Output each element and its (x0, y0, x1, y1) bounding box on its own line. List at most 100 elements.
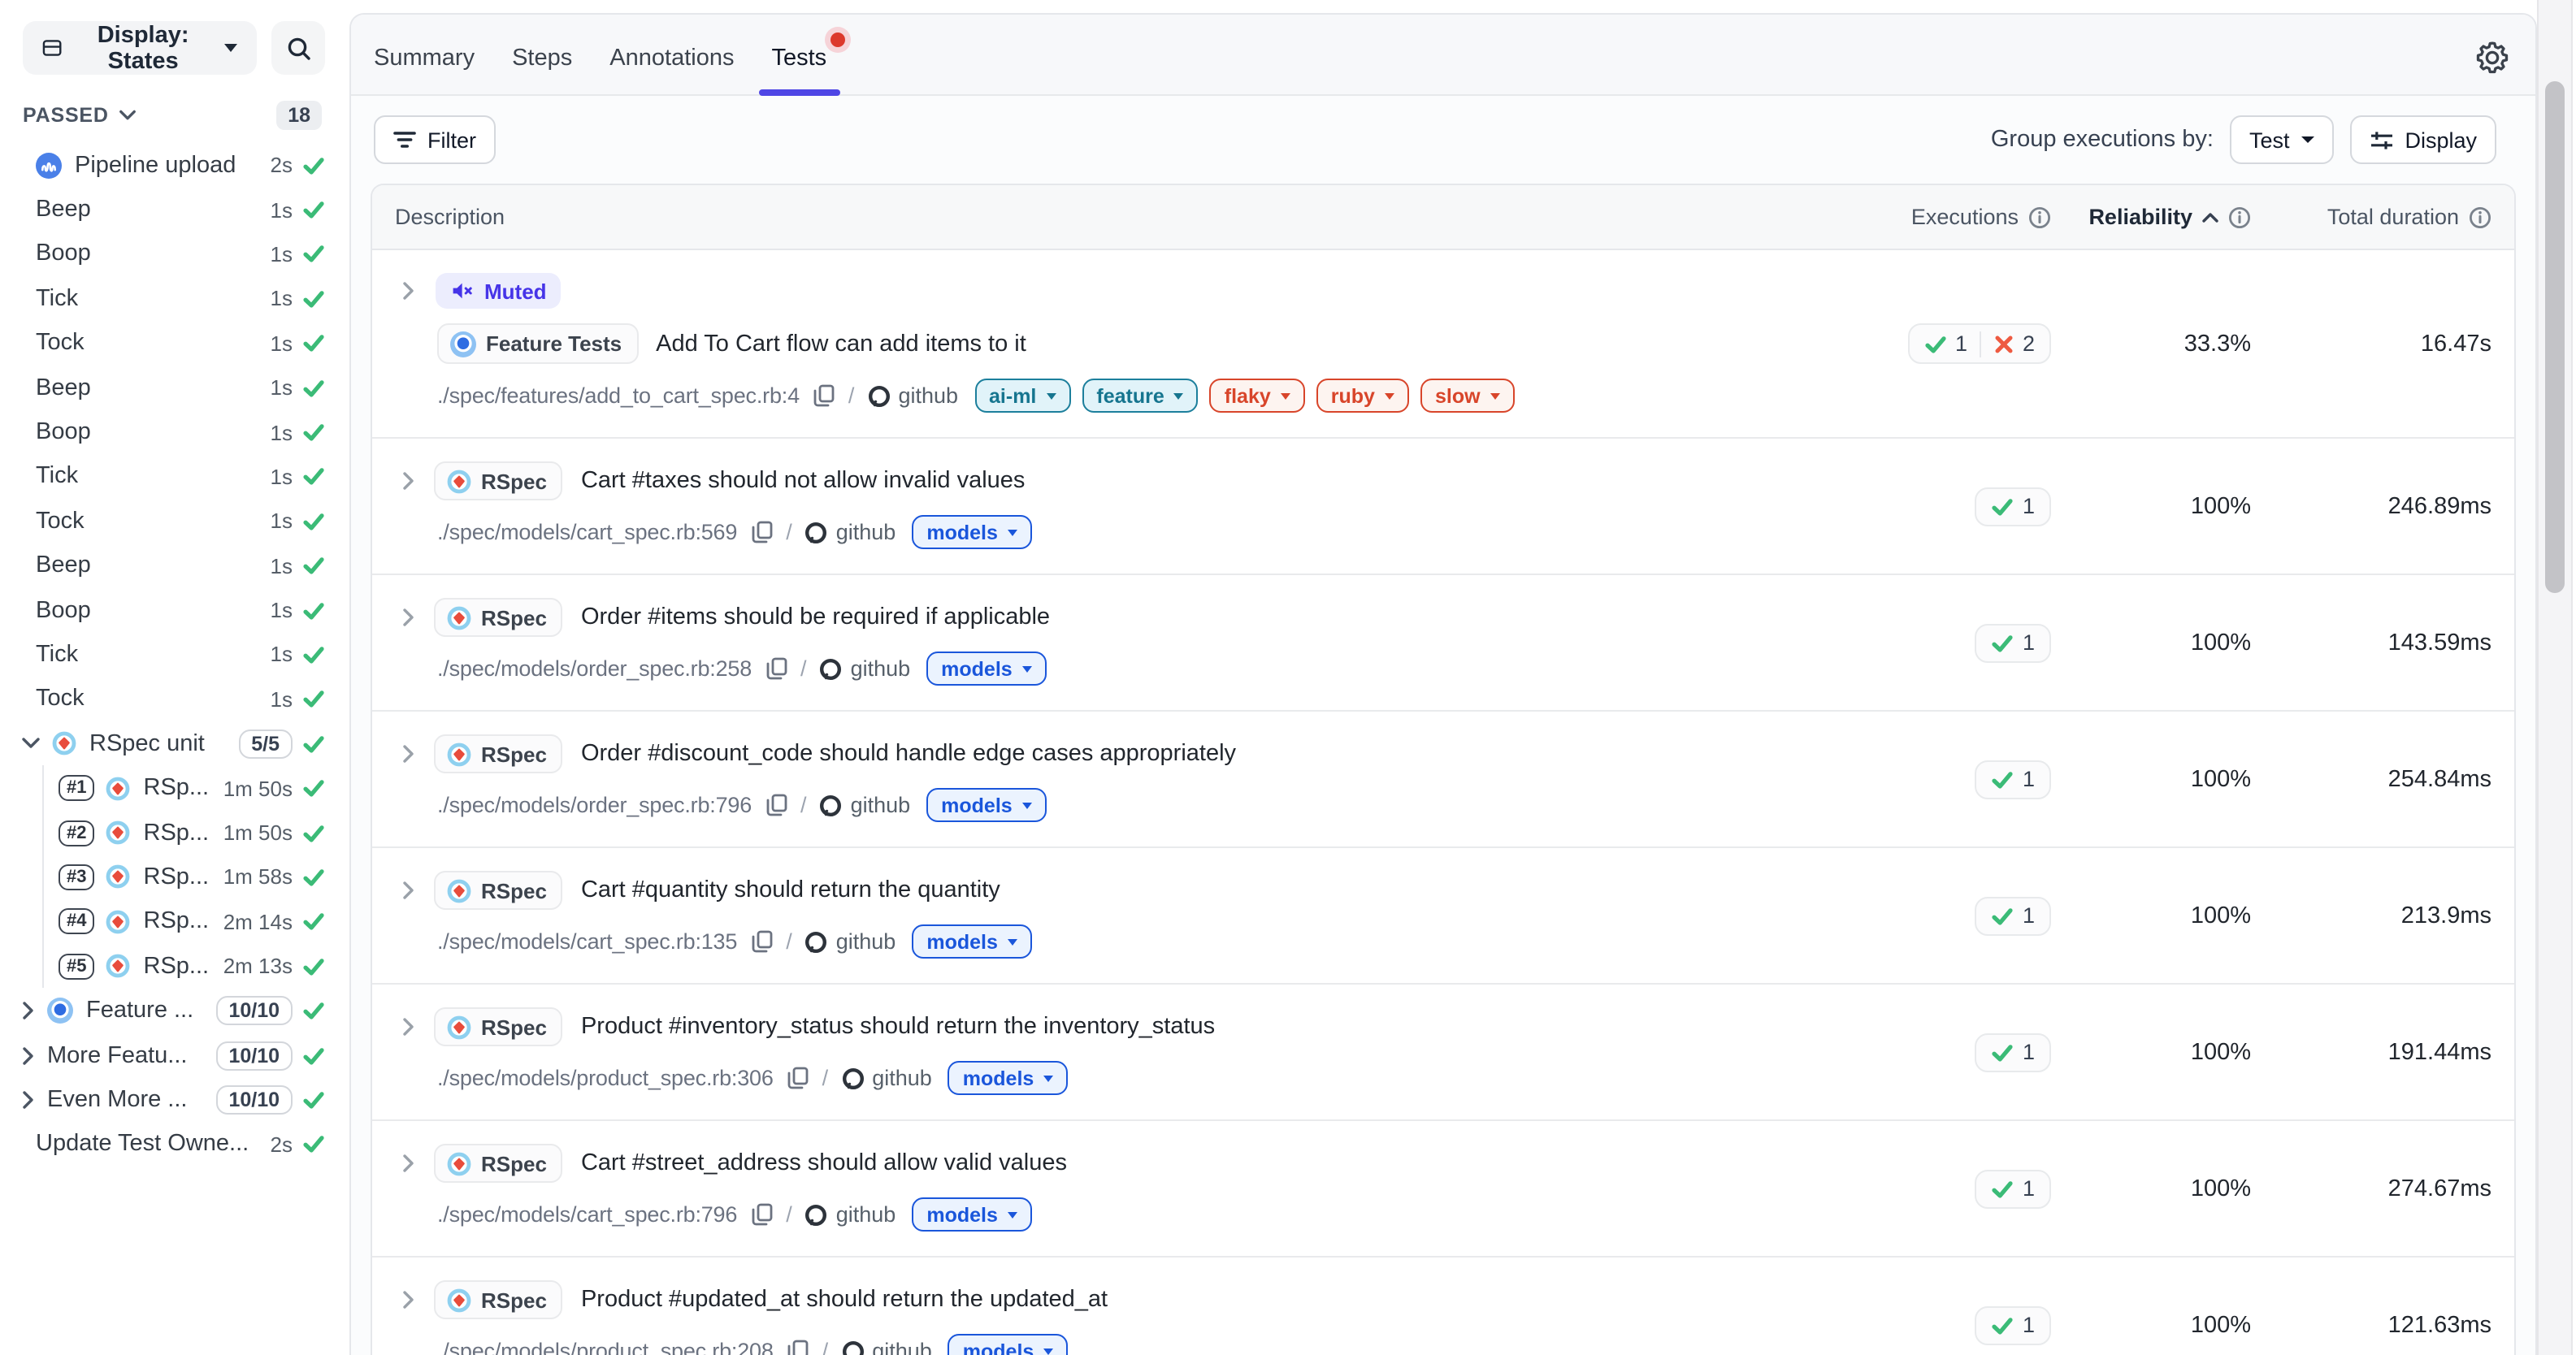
info-icon[interactable] (2028, 206, 2051, 228)
sidebar-item[interactable]: Beep 1s (0, 543, 345, 588)
sidebar-item[interactable]: Tock 1s (0, 321, 345, 366)
sidebar-item[interactable]: Tick 1s (0, 633, 345, 678)
test-suite-badge[interactable]: RSpec (434, 734, 563, 773)
info-icon[interactable] (2469, 206, 2491, 228)
tag-pill[interactable]: models (912, 924, 1032, 959)
sidebar-item[interactable]: Boop 1s (0, 588, 345, 633)
filter-button[interactable]: Filter (374, 115, 496, 164)
sidebar-item[interactable]: Tock 1s (0, 499, 345, 543)
sidebar-item[interactable]: Update Test Owne... 2s (0, 1122, 345, 1167)
sidebar-item[interactable]: Tock 1s (0, 677, 345, 721)
tag-label: models (941, 657, 1013, 680)
github-link[interactable]: github (805, 520, 896, 544)
sidebar-item[interactable]: RSpec unit 5/5 (0, 721, 345, 766)
passed-count: 1 (2023, 1313, 2035, 1337)
sidebar-item[interactable]: #5 RSp... 2m 13s (0, 944, 345, 989)
github-link[interactable]: github (820, 793, 911, 817)
tag-pill[interactable]: models (912, 1197, 1032, 1232)
copy-icon[interactable] (750, 1202, 773, 1227)
test-suite-badge[interactable]: Feature Tests (437, 323, 638, 364)
expand-chevron-icon[interactable] (401, 1290, 416, 1310)
column-header-reliability[interactable]: Reliability (2088, 205, 2251, 229)
expand-chevron-icon[interactable] (401, 608, 416, 627)
duration-label: 1s (271, 687, 293, 712)
test-suite-badge-label: Feature Tests (486, 331, 622, 356)
github-link[interactable]: github (841, 1339, 932, 1355)
search-button[interactable] (271, 21, 325, 75)
tag-pill[interactable]: models (948, 1334, 1069, 1355)
sidebar-item-label: RSp... (144, 953, 210, 979)
sidebar-item[interactable]: #1 RSp... 1m 50s (0, 766, 345, 811)
tag-pill[interactable]: ruby (1316, 379, 1409, 413)
tag-pill[interactable]: feature (1082, 379, 1198, 413)
copy-icon[interactable] (750, 520, 773, 544)
tag-pill[interactable]: models (926, 788, 1047, 822)
sidebar-item[interactable]: #2 RSp... 1m 50s (0, 811, 345, 855)
sidebar-item[interactable]: Boop 1s (0, 410, 345, 455)
tag-pill[interactable]: flaky (1210, 379, 1305, 413)
tab-steps[interactable]: Steps (509, 20, 575, 95)
copy-icon[interactable] (765, 656, 787, 681)
column-header-executions[interactable]: Executions (1911, 205, 2051, 229)
duration-label: 2s (271, 1132, 293, 1157)
page-scrollbar-track[interactable] (2537, 0, 2573, 1355)
check-icon (302, 955, 325, 977)
sidebar-item[interactable]: Beep 1s (0, 188, 345, 232)
display-options-button[interactable]: Display (2349, 115, 2496, 164)
sidebar-item[interactable]: Even More ... 10/10 (0, 1077, 345, 1122)
copy-icon[interactable] (787, 1339, 809, 1355)
column-header-total-duration[interactable]: Total duration (2327, 205, 2491, 229)
github-link-label: github (872, 1339, 932, 1355)
tag-pill[interactable]: ai-ml (974, 379, 1070, 413)
info-icon[interactable] (2228, 206, 2251, 228)
sidebar-item-list: Pipeline upload 2s Beep 1s Boop 1s (0, 140, 345, 1167)
tab-tests[interactable]: Tests (768, 20, 830, 95)
test-suite-badge[interactable]: RSpec (434, 461, 563, 500)
page-scrollbar-thumb[interactable] (2545, 81, 2565, 593)
sidebar-item[interactable]: #3 RSp... 1m 58s (0, 855, 345, 900)
sidebar-item[interactable]: Beep 1s (0, 366, 345, 410)
test-description-cell: RSpec Product #inventory_status should r… (395, 985, 1791, 1119)
expand-chevron-icon[interactable] (401, 881, 416, 900)
expand-chevron-icon[interactable] (401, 1154, 416, 1173)
tab-summary[interactable]: Summary (371, 20, 478, 95)
tag-list: models (926, 788, 1047, 822)
github-link[interactable]: github (805, 929, 896, 954)
sidebar-item[interactable]: #4 RSp... 2m 14s (0, 899, 345, 944)
sidebar-item[interactable]: More Featu... 10/10 (0, 1033, 345, 1078)
github-link[interactable]: github (805, 1202, 896, 1227)
sidebar-item[interactable]: Tick 1s (0, 276, 345, 321)
tab-annotations[interactable]: Annotations (606, 20, 737, 95)
display-states-button[interactable]: Display: States (23, 21, 257, 75)
test-suite-badge[interactable]: RSpec (434, 598, 563, 637)
github-link[interactable]: github (867, 383, 958, 408)
tag-pill[interactable]: models (912, 515, 1032, 549)
github-link[interactable]: github (841, 1066, 932, 1090)
expand-chevron-icon[interactable] (401, 471, 416, 491)
group-by-select[interactable]: Test (2230, 115, 2334, 164)
test-suite-badge[interactable]: RSpec (434, 1144, 563, 1183)
expand-chevron-icon[interactable] (401, 744, 416, 764)
test-suite-badge[interactable]: RSpec (434, 1280, 563, 1319)
tag-pill[interactable]: models (948, 1061, 1069, 1095)
copy-icon[interactable] (750, 929, 773, 954)
test-suite-badge[interactable]: RSpec (434, 1007, 563, 1046)
filter-button-label: Filter (427, 128, 476, 152)
github-link-label: github (836, 929, 896, 954)
copy-icon[interactable] (787, 1066, 809, 1090)
chevron-right-icon (21, 1045, 36, 1065)
tag-pill[interactable]: models (926, 652, 1047, 686)
expand-chevron-icon[interactable] (401, 1017, 416, 1037)
copy-icon[interactable] (813, 383, 835, 408)
github-link[interactable]: github (820, 656, 911, 681)
settings-gear-button[interactable] (2469, 34, 2516, 81)
sidebar-item[interactable]: Pipeline upload 2s (0, 143, 345, 188)
test-suite-badge[interactable]: RSpec (434, 871, 563, 910)
passed-section-header[interactable]: PASSED 18 (0, 88, 345, 140)
sidebar-item[interactable]: Tick 1s (0, 454, 345, 499)
sidebar-item[interactable]: Boop 1s (0, 232, 345, 277)
copy-icon[interactable] (765, 793, 787, 817)
tag-pill[interactable]: slow (1420, 379, 1515, 413)
expand-chevron-icon[interactable] (401, 281, 416, 301)
sidebar-item[interactable]: Feature ... 10/10 (0, 989, 345, 1033)
